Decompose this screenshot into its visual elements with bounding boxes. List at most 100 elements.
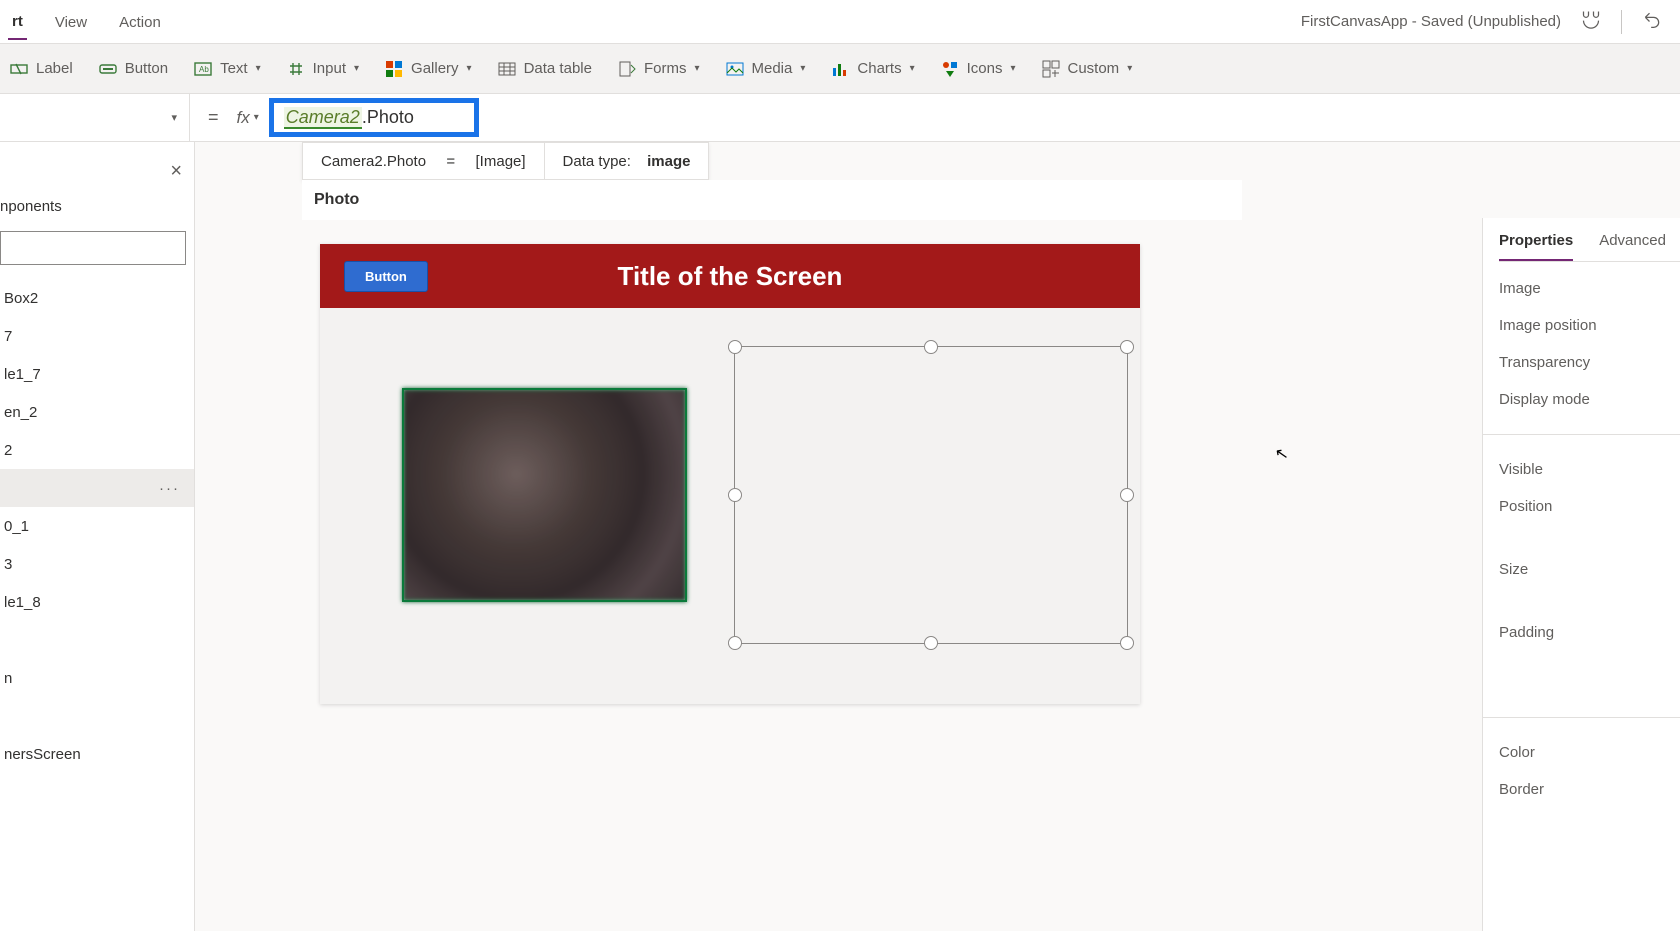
- formula-input[interactable]: Camera2.Photo: [269, 98, 479, 137]
- screen-button[interactable]: Button: [344, 261, 428, 292]
- close-icon[interactable]: ×: [170, 160, 182, 183]
- prop-color[interactable]: Color: [1499, 744, 1680, 761]
- menu-tab-insert[interactable]: rt: [8, 3, 27, 40]
- menu-bar: rt View Action FirstCanvasApp - Saved (U…: [0, 0, 1680, 44]
- ribbon-label-text: Label: [36, 60, 73, 77]
- tree-item[interactable]: 2: [0, 431, 194, 469]
- ribbon-media[interactable]: Media▾: [726, 60, 806, 78]
- formula-result-type: Data type: image: [545, 143, 709, 179]
- separator: [1621, 10, 1622, 34]
- datatable-icon: [498, 60, 516, 78]
- tree-item[interactable]: le1_7: [0, 355, 194, 393]
- selected-image-control[interactable]: [734, 346, 1128, 644]
- tree-item-selected[interactable]: ···: [0, 469, 194, 507]
- ribbon-custom-text: Custom: [1068, 60, 1120, 77]
- chevron-down-icon: ▾: [467, 63, 472, 74]
- camera-preview[interactable]: [402, 388, 687, 602]
- resize-handle[interactable]: [728, 636, 742, 650]
- undo-icon[interactable]: [1642, 9, 1662, 34]
- canvas-screen[interactable]: Button Title of the Screen: [320, 244, 1140, 704]
- spacer: [1499, 535, 1680, 541]
- screen-title: Title of the Screen: [618, 261, 843, 292]
- app-title: FirstCanvasApp - Saved (Unpublished): [1301, 13, 1561, 30]
- gallery-icon: [385, 60, 403, 78]
- ribbon-gallery[interactable]: Gallery▾: [385, 60, 472, 78]
- tree-item[interactable]: 3: [0, 545, 194, 583]
- formula-token-object: Camera2: [284, 107, 362, 129]
- button-icon: [99, 60, 117, 78]
- prop-visible[interactable]: Visible: [1499, 461, 1680, 478]
- ribbon-forms[interactable]: Forms▾: [618, 60, 700, 78]
- screen-header: Button Title of the Screen: [320, 244, 1140, 308]
- resize-handle[interactable]: [728, 488, 742, 502]
- ribbon-text-text: Text: [220, 60, 248, 77]
- spacer: [1499, 661, 1680, 691]
- custom-icon: [1042, 60, 1060, 78]
- app-checker-icon[interactable]: [1581, 9, 1601, 34]
- input-icon: [287, 60, 305, 78]
- property-selector[interactable]: ▾: [0, 94, 190, 142]
- resize-handle[interactable]: [1120, 340, 1134, 354]
- icons-icon: [941, 60, 959, 78]
- chevron-down-icon: ▾: [1127, 63, 1132, 74]
- menu-tab-view[interactable]: View: [51, 4, 91, 39]
- resize-handle[interactable]: [924, 636, 938, 650]
- chevron-down-icon: ▾: [1010, 63, 1015, 74]
- formula-token-property: .Photo: [362, 107, 414, 127]
- equals-sign: =: [190, 107, 237, 128]
- tree-item[interactable]: en_2: [0, 393, 194, 431]
- prop-display-mode[interactable]: Display mode: [1499, 391, 1680, 408]
- tree-item[interactable]: le1_8: [0, 583, 194, 621]
- tree-item[interactable]: 0_1: [0, 507, 194, 545]
- ribbon-input[interactable]: Input▾: [287, 60, 359, 78]
- ribbon-datatable[interactable]: Data table: [498, 60, 592, 78]
- ribbon-label[interactable]: Label: [10, 60, 73, 78]
- menu-tabs: rt View Action: [8, 3, 165, 40]
- chevron-down-icon[interactable]: ▾: [254, 112, 269, 123]
- ribbon-button-text: Button: [125, 60, 168, 77]
- formula-section-header: Photo: [302, 180, 1242, 220]
- prop-position[interactable]: Position: [1499, 498, 1680, 515]
- ribbon-icons[interactable]: Icons▾: [941, 60, 1016, 78]
- chevron-down-icon: ▾: [910, 63, 915, 74]
- prop-size[interactable]: Size: [1499, 561, 1680, 578]
- ribbon-toolbar: Label Button Ab Text▾ Input▾ Gallery▾ Da…: [0, 44, 1680, 94]
- ribbon-text[interactable]: Ab Text▾: [194, 60, 261, 78]
- resize-handle[interactable]: [924, 340, 938, 354]
- resize-handle[interactable]: [728, 340, 742, 354]
- forms-icon: [618, 60, 636, 78]
- divider: [1483, 434, 1680, 435]
- formula-result-bar: Camera2.Photo = [Image] Data type: image: [302, 142, 709, 180]
- media-icon: [726, 60, 744, 78]
- prop-image[interactable]: Image: [1499, 280, 1680, 297]
- tree-item[interactable]: nersScreen: [0, 735, 194, 773]
- tree-item[interactable]: 7: [0, 317, 194, 355]
- fx-label: fx: [237, 108, 254, 128]
- tab-advanced[interactable]: Advanced: [1599, 226, 1666, 261]
- cursor-icon: ↖: [1273, 443, 1290, 465]
- prop-padding[interactable]: Padding: [1499, 624, 1680, 641]
- ribbon-button[interactable]: Button: [99, 60, 168, 78]
- divider: [1483, 717, 1680, 718]
- resize-handle[interactable]: [1120, 636, 1134, 650]
- more-icon[interactable]: ···: [159, 480, 180, 497]
- tree-item[interactable]: [0, 621, 194, 659]
- prop-border[interactable]: Border: [1499, 781, 1680, 798]
- resize-handle[interactable]: [1120, 488, 1134, 502]
- tree-item[interactable]: n: [0, 659, 194, 697]
- menu-tab-action[interactable]: Action: [115, 4, 165, 39]
- properties-tabs: Properties Advanced: [1499, 218, 1680, 262]
- ribbon-custom[interactable]: Custom ▾: [1042, 60, 1133, 78]
- tab-properties[interactable]: Properties: [1499, 226, 1573, 261]
- tree-tab-components[interactable]: nponents: [0, 198, 194, 225]
- prop-image-position[interactable]: Image position: [1499, 317, 1680, 334]
- prop-transparency[interactable]: Transparency: [1499, 354, 1680, 371]
- tree-item[interactable]: Box2: [0, 279, 194, 317]
- tree-item[interactable]: [0, 697, 194, 735]
- spacer: [1499, 598, 1680, 604]
- svg-text:Ab: Ab: [199, 65, 209, 74]
- menu-right: FirstCanvasApp - Saved (Unpublished): [1301, 9, 1672, 34]
- properties-list: Image Image position Transparency Displa…: [1499, 262, 1680, 798]
- tree-search-input[interactable]: [0, 231, 186, 265]
- ribbon-charts[interactable]: Charts▾: [831, 60, 914, 78]
